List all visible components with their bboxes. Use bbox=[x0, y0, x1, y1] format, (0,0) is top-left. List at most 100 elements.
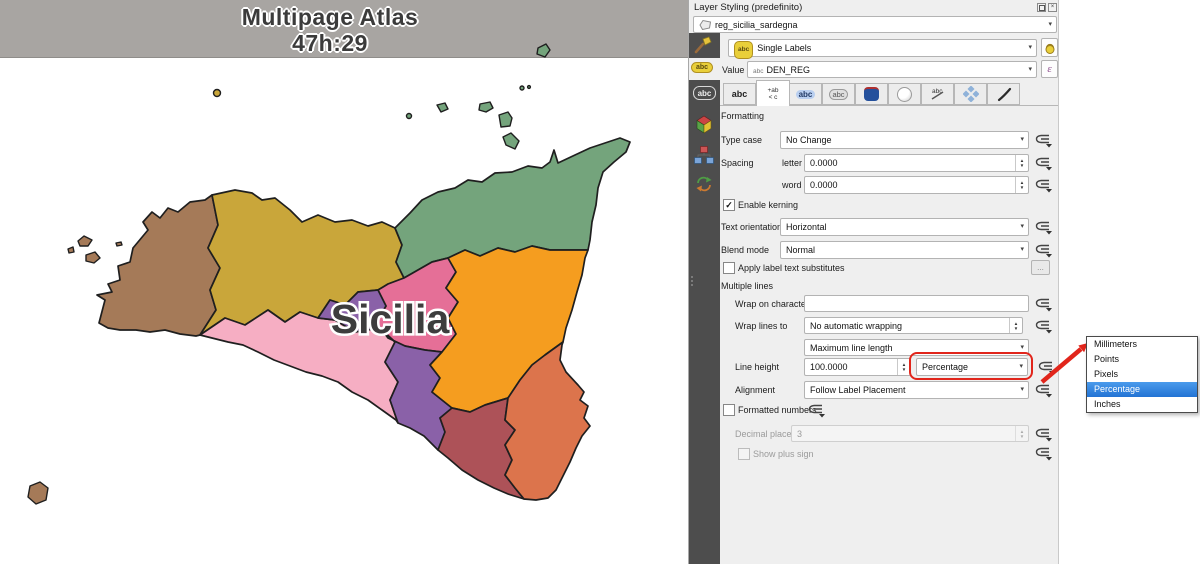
data-defined-override-button[interactable] bbox=[1034, 133, 1053, 148]
atlas-title-line1: Multipage Atlas bbox=[130, 4, 530, 30]
panel-resize-handle[interactable] bbox=[691, 276, 693, 278]
history-icon[interactable] bbox=[695, 176, 713, 192]
island bbox=[437, 103, 448, 112]
alignment-selector[interactable]: Follow Label Placement bbox=[804, 381, 1029, 399]
data-defined-override-button[interactable] bbox=[1034, 243, 1053, 258]
decimal-places-label: Decimal places bbox=[735, 429, 796, 439]
island bbox=[28, 482, 48, 504]
line-height-label: Line height bbox=[735, 362, 779, 372]
panel-tab-strip: abc bbox=[689, 80, 720, 564]
tab-text[interactable]: abc bbox=[723, 83, 756, 105]
wrap-lines-to-label: Wrap lines to bbox=[735, 321, 787, 331]
wrap-character-input[interactable] bbox=[804, 295, 1029, 312]
letter-label: letter bbox=[782, 158, 802, 168]
data-defined-override-button[interactable] bbox=[1034, 156, 1053, 171]
word-spacing-spinner[interactable]: 0.0000 bbox=[804, 176, 1029, 194]
island bbox=[68, 247, 74, 253]
apply-substitutes-checkbox[interactable] bbox=[723, 262, 735, 274]
enable-kerning-checkbox[interactable] bbox=[723, 199, 735, 211]
abc-field-icon: abc bbox=[753, 68, 763, 75]
tab-shadow[interactable] bbox=[888, 83, 921, 105]
island bbox=[537, 44, 550, 57]
svg-text:abc: abc bbox=[698, 89, 712, 98]
multiple-lines-section-label: Multiple lines bbox=[721, 281, 773, 291]
island bbox=[407, 114, 412, 119]
tab-mask[interactable]: abc bbox=[822, 83, 855, 105]
panel-title: Layer Styling (predefinito) bbox=[694, 2, 802, 13]
line-height-spinner[interactable]: 100.0000 bbox=[804, 358, 911, 376]
spacing-label: Spacing bbox=[721, 158, 754, 168]
value-field-selector[interactable]: abcDEN_REG bbox=[747, 61, 1037, 78]
island bbox=[116, 242, 122, 246]
expression-builder-button[interactable]: ε bbox=[1041, 60, 1058, 78]
callout-icon: abc bbox=[929, 86, 947, 102]
background-shape-icon bbox=[864, 87, 879, 101]
layer-styling-panel: Layer Styling (predefinito) × reg_sicili… bbox=[688, 0, 1059, 564]
blend-mode-label: Blend mode bbox=[721, 245, 769, 255]
show-plus-sign-checkbox bbox=[738, 448, 750, 460]
word-label: word bbox=[782, 180, 802, 190]
data-defined-override-button[interactable] bbox=[1037, 360, 1056, 375]
island bbox=[78, 236, 92, 246]
undock-panel-icon[interactable] bbox=[1037, 3, 1046, 12]
menu-item-points[interactable]: Points bbox=[1087, 352, 1197, 367]
placement-arrows-icon bbox=[963, 86, 979, 102]
tab-background[interactable] bbox=[855, 83, 888, 105]
blend-mode-selector[interactable]: Normal bbox=[780, 241, 1029, 259]
data-defined-override-button[interactable] bbox=[1034, 383, 1053, 398]
close-panel-icon[interactable]: × bbox=[1048, 3, 1057, 12]
data-defined-override-button[interactable] bbox=[1034, 446, 1053, 461]
svg-text:abc: abc bbox=[932, 88, 943, 95]
alignment-label: Alignment bbox=[735, 385, 775, 395]
formatting-section-label: Formatting bbox=[721, 111, 764, 121]
max-line-length-selector[interactable]: Maximum line length bbox=[804, 339, 1029, 356]
island bbox=[528, 86, 531, 89]
labels-list-icon[interactable]: abc bbox=[693, 86, 716, 100]
qgis-window: { "window": { "title": "Layer Styling (p… bbox=[0, 0, 1200, 564]
wrap-lines-spinner[interactable]: No automatic wrapping bbox=[804, 317, 1023, 334]
menu-item-pixels[interactable]: Pixels bbox=[1087, 367, 1197, 382]
line-height-unit-selector[interactable]: Percentage bbox=[916, 358, 1028, 376]
map-region bbox=[97, 195, 220, 336]
enable-kerning-label: Enable kerning bbox=[738, 200, 798, 210]
type-case-selector[interactable]: No Change bbox=[780, 131, 1029, 149]
tab-symbology[interactable] bbox=[689, 33, 720, 58]
menu-item-percentage[interactable]: Percentage bbox=[1087, 382, 1197, 397]
paint-can-icon bbox=[1043, 41, 1057, 55]
menu-item-millimeters[interactable]: Millimeters bbox=[1087, 337, 1197, 352]
rendering-brush-icon bbox=[996, 86, 1012, 102]
data-defined-override-button[interactable] bbox=[807, 403, 826, 418]
island bbox=[520, 86, 524, 90]
show-plus-sign-label: Show plus sign bbox=[753, 449, 814, 459]
tab-callouts[interactable]: abc bbox=[921, 83, 954, 105]
apply-label-style-button[interactable] bbox=[1041, 38, 1058, 57]
text-orientation-selector[interactable]: Horizontal bbox=[780, 218, 1029, 236]
island bbox=[499, 112, 512, 127]
polygon-layer-icon bbox=[699, 19, 712, 30]
data-defined-override-button[interactable] bbox=[1034, 220, 1053, 235]
map-canvas[interactable]: Sicilia bbox=[0, 42, 688, 564]
tab-placement[interactable] bbox=[954, 83, 987, 105]
labels-tab-active-icon[interactable]: abc bbox=[691, 62, 713, 73]
label-mode-selector[interactable]: abcSingle Labels bbox=[728, 39, 1037, 57]
layer-selector[interactable]: reg_sicilia_sardegna bbox=[693, 16, 1057, 33]
data-defined-override-button[interactable] bbox=[1034, 178, 1053, 193]
value-label: Value bbox=[722, 65, 744, 75]
data-defined-override-button[interactable] bbox=[1034, 319, 1053, 334]
diagrams-icon[interactable] bbox=[694, 146, 714, 164]
formatted-numbers-checkbox[interactable] bbox=[723, 404, 735, 416]
data-defined-override-button[interactable] bbox=[1034, 297, 1053, 312]
menu-item-inches[interactable]: Inches bbox=[1087, 397, 1197, 412]
tab-buffer[interactable]: abc bbox=[789, 83, 822, 105]
data-defined-override-button[interactable] bbox=[1034, 427, 1053, 442]
3d-view-icon[interactable] bbox=[694, 114, 714, 134]
substitutes-more-button[interactable]: ... bbox=[1031, 260, 1050, 275]
letter-spacing-spinner[interactable]: 0.0000 bbox=[804, 154, 1029, 172]
tab-formatting[interactable]: +ab < c bbox=[756, 80, 790, 106]
text-orientation-label: Text orientation bbox=[721, 222, 782, 232]
map-label-sicilia: Sicilia bbox=[331, 296, 451, 342]
type-case-label: Type case bbox=[721, 135, 762, 145]
tab-rendering[interactable] bbox=[987, 83, 1020, 105]
island bbox=[86, 252, 100, 263]
decimal-places-spinner: 3 bbox=[791, 425, 1029, 442]
